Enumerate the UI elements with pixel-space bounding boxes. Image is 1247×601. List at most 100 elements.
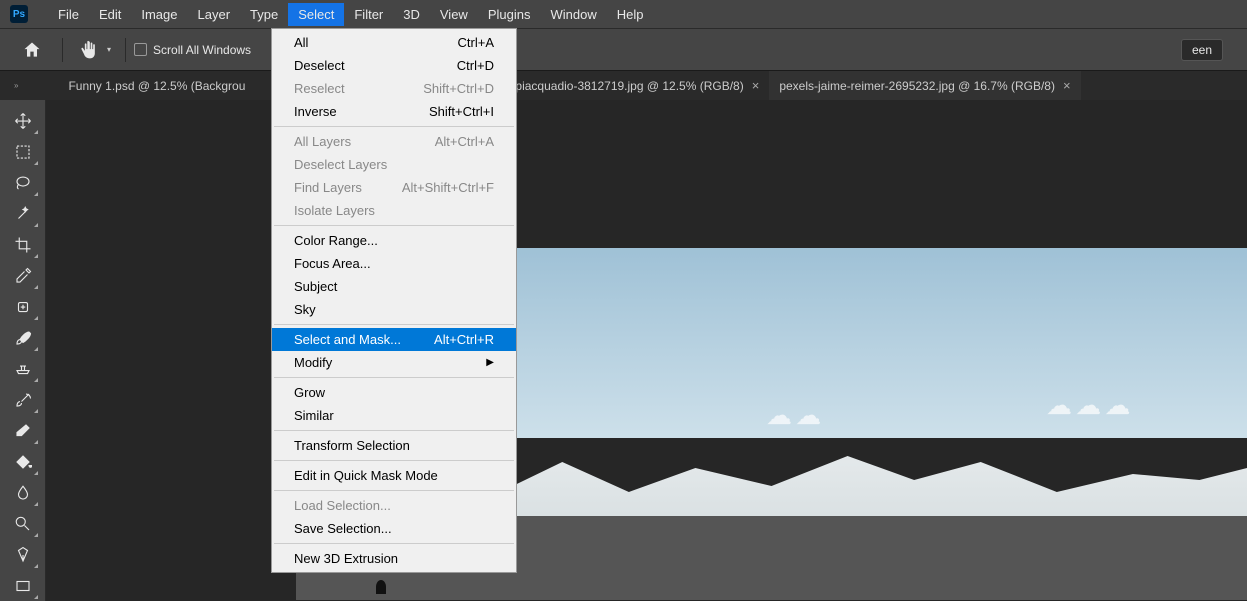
document-tab[interactable]: -piacquadio-3812719.jpg @ 12.5% (RGB/8)×	[501, 71, 769, 100]
menu-item-sky[interactable]: Sky	[272, 298, 516, 321]
menu-shortcut: Alt+Ctrl+R	[434, 331, 494, 348]
menu-item-save-selection[interactable]: Save Selection...	[272, 517, 516, 540]
menu-separator	[274, 460, 514, 461]
options-toolbar: ▾ Scroll All Windows een	[0, 28, 1247, 70]
menu-item-modify[interactable]: Modify▶	[272, 351, 516, 374]
workspace: ☁ ☁ ☁ ☁ ☁ ☁	[0, 100, 1247, 601]
canvas-area[interactable]: ☁ ☁ ☁ ☁ ☁ ☁	[46, 100, 1247, 601]
menu-item-label: Deselect	[294, 57, 345, 74]
menu-help[interactable]: Help	[607, 3, 654, 26]
menu-item-load-selection: Load Selection...	[272, 494, 516, 517]
move-tool[interactable]	[6, 105, 40, 136]
menu-edit[interactable]: Edit	[89, 3, 131, 26]
menu-item-color-range[interactable]: Color Range...	[272, 229, 516, 252]
home-icon[interactable]	[18, 36, 46, 64]
menu-item-label: Select and Mask...	[294, 331, 401, 348]
tab-label: pexels-jaime-reimer-2695232.jpg @ 16.7% …	[779, 79, 1055, 93]
menu-item-label: Save Selection...	[294, 520, 392, 537]
menu-3d[interactable]: 3D	[393, 3, 430, 26]
menu-item-label: Edit in Quick Mask Mode	[294, 467, 438, 484]
marquee-tool[interactable]	[6, 136, 40, 167]
crop-tool[interactable]	[6, 229, 40, 260]
menu-item-all-layers: All Layers Alt+Ctrl+A	[272, 130, 516, 153]
menu-item-label: All Layers	[294, 133, 351, 150]
close-icon[interactable]: ×	[752, 78, 760, 93]
menu-separator	[274, 225, 514, 226]
tool-palette	[0, 100, 46, 601]
menu-item-subject[interactable]: Subject	[272, 275, 516, 298]
document-tab[interactable]: pexels-jaime-reimer-2695232.jpg @ 16.7% …	[769, 71, 1080, 100]
menu-type[interactable]: Type	[240, 3, 288, 26]
app-logo: Ps	[10, 5, 28, 23]
brush-tool[interactable]	[6, 322, 40, 353]
document-tabs: » Funny 1.psd @ 12.5% (Backgrou -piacquad…	[0, 70, 1247, 100]
eraser-tool[interactable]	[6, 415, 40, 446]
paint-bucket-tool[interactable]	[6, 446, 40, 477]
menu-shortcut: Alt+Ctrl+A	[435, 133, 494, 150]
menu-view[interactable]: View	[430, 3, 478, 26]
history-brush-tool[interactable]	[6, 384, 40, 415]
menu-item-deselect-layers: Deselect Layers	[272, 153, 516, 176]
cloud: ☁ ☁ ☁	[1046, 390, 1128, 421]
select-menu-dropdown: All Ctrl+A Deselect Ctrl+D Reselect Shift+Ctr…	[271, 28, 517, 573]
dodge-tool[interactable]	[6, 508, 40, 539]
clone-stamp-tool[interactable]	[6, 353, 40, 384]
menu-item-deselect[interactable]: Deselect Ctrl+D	[272, 54, 516, 77]
menu-select[interactable]: Select	[288, 3, 344, 26]
eyedropper-tool[interactable]	[6, 260, 40, 291]
menu-item-label: Color Range...	[294, 232, 378, 249]
menu-shortcut: Shift+Ctrl+I	[429, 103, 494, 120]
menu-separator	[274, 126, 514, 127]
close-icon[interactable]: ×	[1063, 78, 1071, 93]
menu-item-label: New 3D Extrusion	[294, 550, 398, 567]
menu-item-new-3d-extrusion[interactable]: New 3D Extrusion	[272, 547, 516, 570]
menu-item-edit-in-quick-mask-mode[interactable]: Edit in Quick Mask Mode	[272, 464, 516, 487]
menu-item-label: Transform Selection	[294, 437, 410, 454]
menu-item-isolate-layers: Isolate Layers	[272, 199, 516, 222]
menu-separator	[274, 324, 514, 325]
menu-shortcut: Alt+Shift+Ctrl+F	[402, 179, 494, 196]
healing-brush-tool[interactable]	[6, 291, 40, 322]
menu-item-label: Deselect Layers	[294, 156, 387, 173]
menu-filter[interactable]: Filter	[344, 3, 393, 26]
menu-separator	[274, 430, 514, 431]
menu-item-grow[interactable]: Grow	[272, 381, 516, 404]
cursor-figure	[376, 580, 386, 594]
menu-item-all[interactable]: All Ctrl+A	[272, 31, 516, 54]
menu-item-similar[interactable]: Similar	[272, 404, 516, 427]
fit-screen-button-fragment[interactable]: een	[1181, 39, 1223, 61]
menu-item-inverse[interactable]: Inverse Shift+Ctrl+I	[272, 100, 516, 123]
menu-layer[interactable]: Layer	[188, 3, 241, 26]
menu-item-label: All	[294, 34, 308, 51]
menu-file[interactable]: File	[48, 3, 89, 26]
menu-image[interactable]: Image	[131, 3, 187, 26]
menu-plugins[interactable]: Plugins	[478, 3, 541, 26]
menu-item-transform-selection[interactable]: Transform Selection	[272, 434, 516, 457]
tool-dropdown-arrow[interactable]: ▾	[107, 45, 111, 54]
menu-shortcut: Ctrl+A	[458, 34, 494, 51]
pen-tool[interactable]	[6, 539, 40, 570]
divider	[62, 38, 63, 62]
blur-tool[interactable]	[6, 477, 40, 508]
hand-tool-icon[interactable]	[75, 36, 103, 64]
menu-shortcut: Ctrl+D	[457, 57, 494, 74]
menu-item-select-and-mask[interactable]: Select and Mask... Alt+Ctrl+R	[272, 328, 516, 351]
menu-item-label: Focus Area...	[294, 255, 371, 272]
cloud: ☁ ☁	[766, 400, 819, 431]
scroll-all-checkbox[interactable]	[134, 43, 147, 56]
menu-item-label: Reselect	[294, 80, 345, 97]
menu-item-label: Inverse	[294, 103, 337, 120]
menu-item-find-layers: Find Layers Alt+Shift+Ctrl+F	[272, 176, 516, 199]
rectangle-tool[interactable]	[6, 570, 40, 601]
panel-collapse-icon[interactable]: »	[10, 71, 22, 100]
divider	[125, 38, 126, 62]
menu-item-label: Load Selection...	[294, 497, 391, 514]
menu-item-focus-area[interactable]: Focus Area...	[272, 252, 516, 275]
magic-wand-tool[interactable]	[6, 198, 40, 229]
menu-item-label: Find Layers	[294, 179, 362, 196]
menu-window[interactable]: Window	[540, 3, 606, 26]
document-tab[interactable]: Funny 1.psd @ 12.5% (Backgrou	[58, 71, 255, 100]
menu-item-label: Sky	[294, 301, 316, 318]
menu-item-label: Isolate Layers	[294, 202, 375, 219]
lasso-tool[interactable]	[6, 167, 40, 198]
